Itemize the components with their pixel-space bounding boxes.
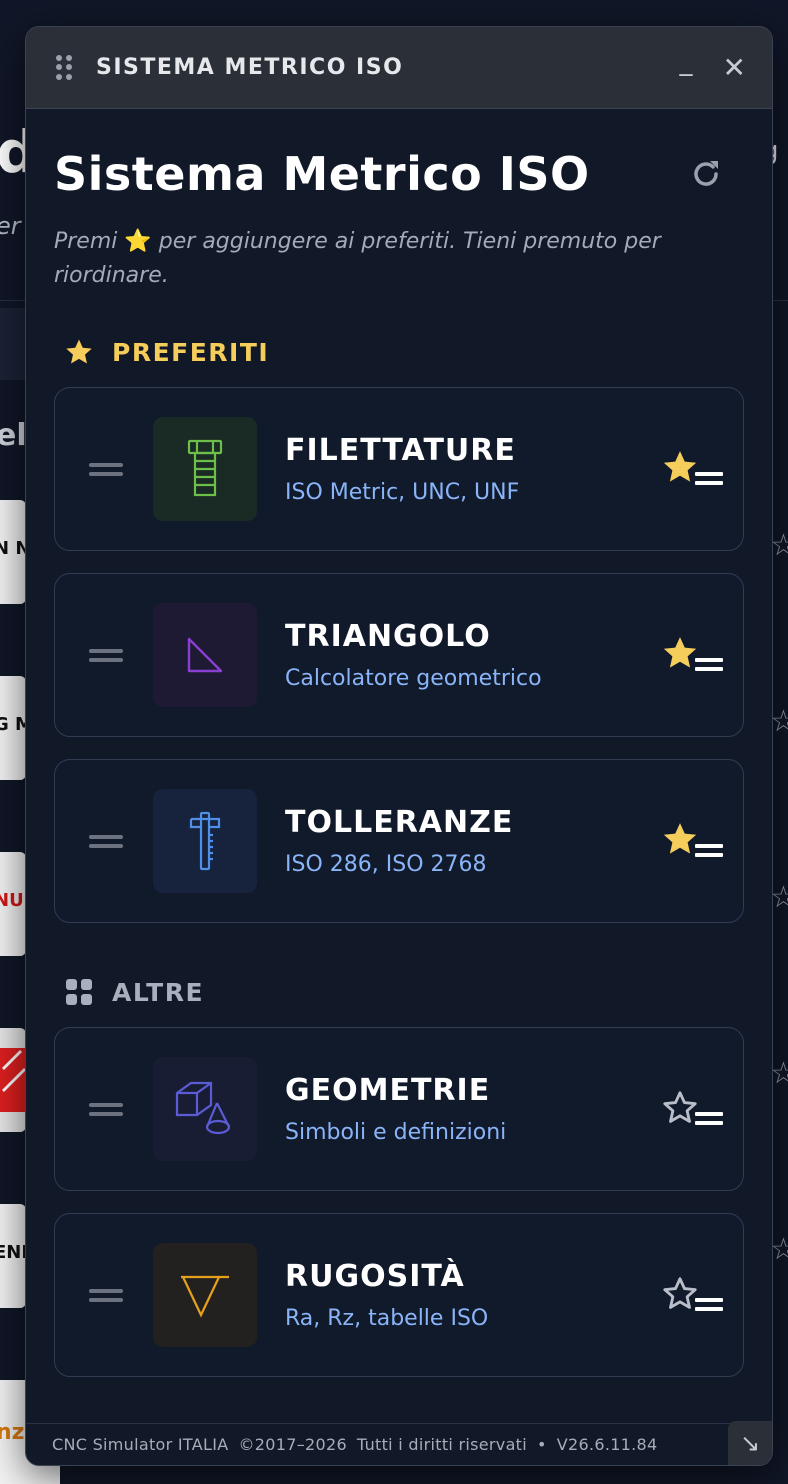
tool-card-tolleranze[interactable]: TOLLERANZE ISO 286, ISO 2768 <box>54 759 744 923</box>
reorder-handle-icon[interactable] <box>89 834 123 848</box>
drag-handle-icon[interactable] <box>56 54 72 81</box>
background-card: ENH <box>0 1204 26 1308</box>
panel-footer: CNC Simulator ITALIA ©2017–2026 Tutti i … <box>26 1423 772 1465</box>
menu-lines-icon <box>695 658 723 676</box>
reorder-handle-icon[interactable] <box>89 1288 123 1302</box>
tool-subtitle: Simboli e definizioni <box>285 1120 507 1145</box>
panel-titlebar[interactable]: SISTEMA METRICO ISO _ ✕ <box>26 27 772 109</box>
cube-cone-icon <box>153 1057 257 1161</box>
tool-card-rugosita[interactable]: RUGOSITÀ Ra, Rz, tabelle ISO <box>54 1213 744 1377</box>
background-card: NU <box>0 852 26 956</box>
tool-subtitle: Calcolatore geometrico <box>285 666 542 691</box>
roughness-icon <box>153 1243 257 1347</box>
background-list-fragment: el <box>0 418 27 453</box>
grid-icon <box>64 977 94 1007</box>
refresh-icon[interactable] <box>688 156 724 192</box>
footer-rights: Tutti i diritti riservati <box>356 1435 527 1454</box>
tool-title: FILETTATURE <box>285 433 516 468</box>
favorite-toggle[interactable] <box>661 450 725 490</box>
others-section-label: ALTRE <box>64 977 744 1007</box>
tools-panel: SISTEMA METRICO ISO _ ✕ Sistema Metrico … <box>25 26 773 1466</box>
menu-lines-icon <box>695 844 723 862</box>
tool-title: GEOMETRIE <box>285 1073 491 1108</box>
panel-title: SISTEMA METRICO ISO <box>96 55 404 80</box>
footer-version: V26.6.11.84 <box>556 1435 658 1454</box>
star-filled-icon <box>663 451 697 482</box>
reorder-handle-icon[interactable] <box>89 1102 123 1116</box>
tool-card-geometrie[interactable]: GEOMETRIE Simboli e definizioni <box>54 1027 744 1191</box>
page-title: Sistema Metrico ISO <box>54 147 590 201</box>
tool-card-filettature[interactable]: FILETTATURE ISO Metric, UNC, UNF <box>54 387 744 551</box>
star-outline-icon <box>663 1091 697 1123</box>
menu-lines-icon <box>695 1298 723 1316</box>
reorder-handle-icon[interactable] <box>89 462 123 476</box>
resize-handle-icon[interactable]: ↘ <box>728 1421 772 1465</box>
background-card <box>0 1028 26 1132</box>
minimize-button[interactable]: _ <box>680 49 693 75</box>
footer-app-name: CNC Simulator ITALIA <box>52 1435 229 1454</box>
tool-subtitle: Ra, Rz, tabelle ISO <box>285 1306 489 1331</box>
tool-title: TOLLERANZE <box>285 805 514 840</box>
star-outline-icon <box>663 1277 697 1309</box>
favorite-toggle[interactable] <box>661 636 725 676</box>
caliper-icon <box>153 789 257 893</box>
instructions-text: Premi ⭐ per aggiungere ai preferiti. Tie… <box>54 229 661 288</box>
footer-copyright: ©2017–2026 <box>238 1435 347 1454</box>
star-filled-icon <box>663 637 697 668</box>
triangle-icon <box>153 603 257 707</box>
star-icon <box>64 337 94 367</box>
screw-icon <box>153 417 257 521</box>
background-search-bar <box>0 308 28 380</box>
background-card: G M <box>0 676 26 780</box>
menu-lines-icon <box>695 472 723 490</box>
reorder-handle-icon[interactable] <box>89 648 123 662</box>
favorite-toggle[interactable] <box>661 1276 725 1316</box>
background-card: N N <box>0 500 26 604</box>
star-filled-icon <box>663 823 697 854</box>
tool-subtitle: ISO Metric, UNC, UNF <box>285 480 520 505</box>
tool-card-triangolo[interactable]: TRIANGOLO Calcolatore geometrico <box>54 573 744 737</box>
close-button[interactable]: ✕ <box>723 53 746 82</box>
tool-subtitle: ISO 286, ISO 2768 <box>285 852 487 877</box>
favorite-toggle[interactable] <box>661 1090 725 1130</box>
background-subtitle-fragment: er <box>0 212 21 240</box>
tool-title: RUGOSITÀ <box>285 1259 465 1294</box>
tool-title: TRIANGOLO <box>285 619 491 654</box>
favorite-toggle[interactable] <box>661 822 725 862</box>
menu-lines-icon <box>695 1112 723 1130</box>
footer-separator: • <box>537 1435 547 1454</box>
favorites-section-label: PREFERITI <box>64 337 744 367</box>
star-icon: ⭐ <box>124 229 152 254</box>
